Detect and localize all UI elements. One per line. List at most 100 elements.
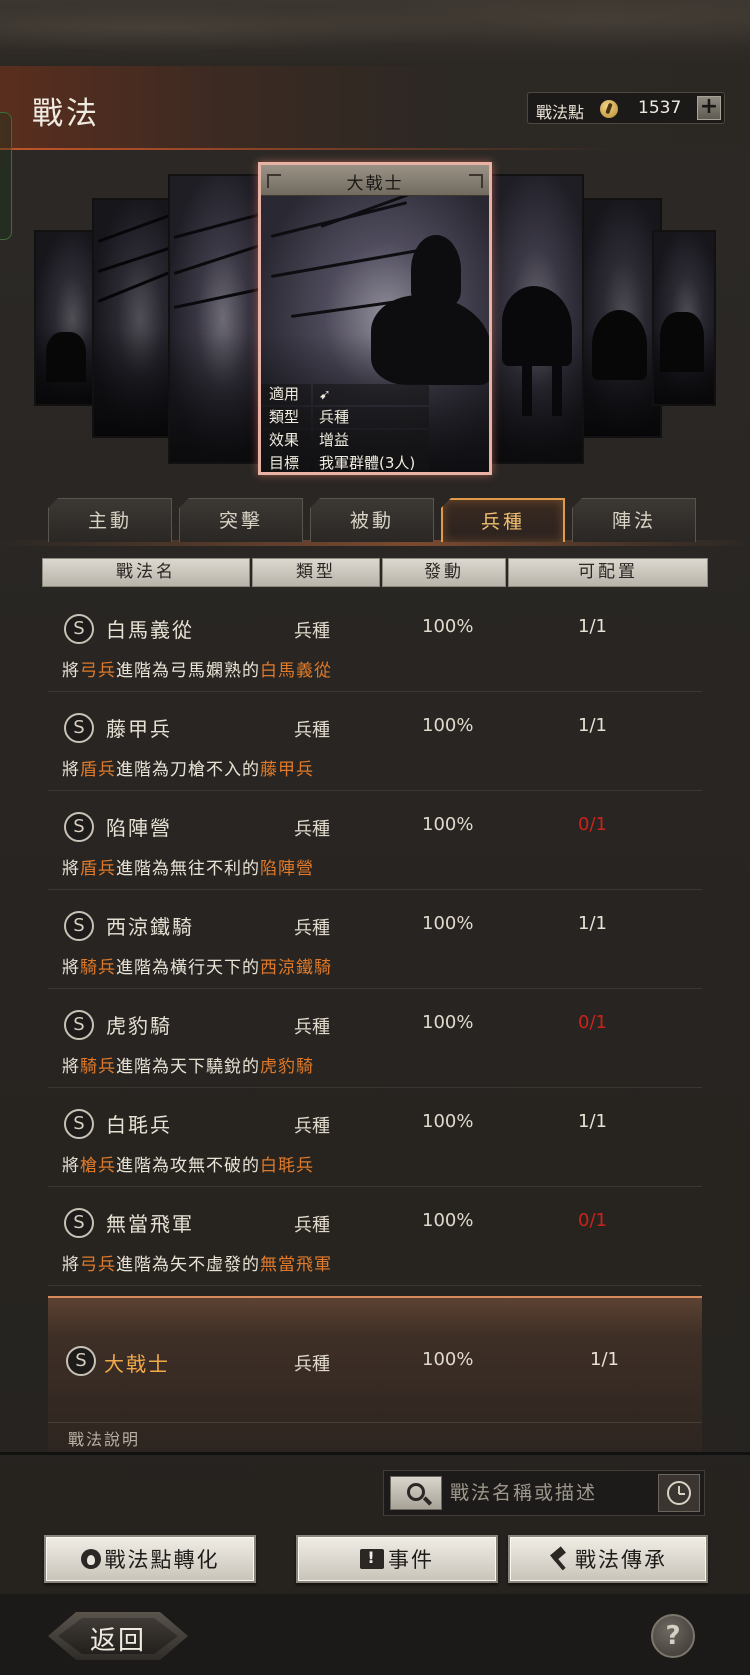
card-info-key: 類型 [261,407,311,428]
tactic-type: 兵種 [294,1017,330,1038]
points-coin-icon [600,100,618,118]
highlight-text: 弓兵 [80,661,116,681]
add-points-button[interactable]: + [697,96,721,120]
tactic-slot: 0/1 [578,1012,607,1033]
arrow-up-icon: ➹ [319,387,331,403]
card-info-value: ➹ [313,384,429,405]
grade-badge: S [66,1346,96,1376]
carousel-card[interactable] [578,198,662,438]
tactic-rate: 100% [422,913,474,934]
tab-formation[interactable]: 陣法 [572,498,696,542]
table-row[interactable]: S 白馬義從 兵種 100% 1/1 將弓兵進階為弓馬嫻熟的白馬義從 [48,596,702,692]
tab-active-skill[interactable]: 主動 [48,498,172,542]
help-button[interactable]: ? [651,1614,695,1658]
tactic-slot: 1/1 [578,1111,607,1132]
plain-text: 將 [62,1057,80,1077]
search-icon [407,1483,425,1501]
grade-badge: S [64,1010,94,1040]
events-button[interactable]: 事件 [296,1535,498,1583]
tactic-rate: 100% [422,1012,474,1033]
grade-badge: S [64,812,94,842]
grade-badge: S [64,1109,94,1139]
convert-points-label: 戰法點轉化 [104,1548,220,1572]
convert-points-button[interactable]: 戰法點轉化 [44,1535,256,1583]
featured-tactic-card[interactable]: 大戟士 適用 ➹ 類型 兵種 效果 增益 目標 我軍群體(3人) [258,162,492,475]
highlight-text: 弓兵 [80,1255,116,1275]
highlight-text: 藤甲兵 [260,760,314,780]
tab-assault[interactable]: 突擊 [179,498,303,542]
side-tab-handle[interactable] [0,112,12,240]
highlight-text: 白馬義從 [260,661,332,681]
carousel-card[interactable] [168,174,268,464]
tactic-rate: 100% [422,814,474,835]
table-row[interactable]: S 西涼鐵騎 兵種 100% 1/1 將騎兵進階為橫行天下的西涼鐵騎 [48,893,702,989]
tactic-slot: 1/1 [590,1349,619,1370]
plain-text: 進階為矢不虛發的 [116,1255,260,1275]
plain-text: 進階為弓馬嫻熟的 [116,661,260,681]
back-button[interactable]: 返回 [48,1612,188,1660]
selected-tactic-row[interactable]: S 大戟士 兵種 100% 1/1 戰法說明 [48,1296,702,1452]
card-info-value: 我軍群體(3人) [313,453,429,472]
grade-badge: S [64,614,94,644]
tab-troop-type[interactable]: 兵種 [441,498,565,542]
carousel-card[interactable] [652,230,716,406]
table-row[interactable]: S 陷陣營 兵種 100% 0/1 將盾兵進階為無往不利的陷陣營 [48,794,702,890]
points-value: 1537 [638,98,682,118]
plain-text: 進階為橫行天下的 [116,958,260,978]
search-button[interactable] [390,1476,442,1510]
column-header-available[interactable]: 可配置 [508,558,708,587]
table-row[interactable]: S 虎豹騎 兵種 100% 0/1 將騎兵進階為天下驍銳的虎豹騎 [48,992,702,1088]
carousel-card[interactable] [92,198,180,438]
header-accent-line [0,148,620,150]
highlight-text: 白毦兵 [260,1156,314,1176]
tactic-description: 將弓兵進階為弓馬嫻熟的白馬義從 [62,656,332,681]
card-title: 大戟士 [346,174,404,194]
carousel-card[interactable] [480,174,584,464]
clock-icon [667,1481,691,1505]
highlight-text: 陷陣營 [260,859,314,879]
column-header-type[interactable]: 類型 [252,558,380,587]
tactic-name: 藤甲兵 [106,717,172,741]
highlight-text: 盾兵 [80,760,116,780]
tactic-description: 將弓兵進階為矢不虛發的無當飛軍 [62,1250,332,1275]
tactic-description: 將騎兵進階為天下驍銳的虎豹騎 [62,1052,314,1077]
tab-passive[interactable]: 被動 [310,498,434,542]
plain-text: 將 [62,958,80,978]
history-button[interactable] [658,1474,700,1512]
tactic-slot: 1/1 [578,715,607,736]
events-label: 事件 [388,1548,434,1572]
plain-text: 進階為攻無不破的 [116,1156,260,1176]
hammer-icon [549,1548,571,1570]
points-label: 戰法點 [536,103,585,122]
back-label: 返回 [89,1626,146,1656]
plain-text: 進階為無往不利的 [116,859,260,879]
grade-badge: S [64,911,94,941]
column-header-name[interactable]: 戰法名 [42,558,250,587]
tactic-type: 兵種 [294,1215,330,1236]
table-row[interactable]: S 白毦兵 兵種 100% 1/1 將槍兵進階為攻無不破的白毦兵 [48,1091,702,1187]
page-title: 戰法 [32,96,100,132]
table-row[interactable]: S 藤甲兵 兵種 100% 1/1 將盾兵進階為刀槍不入的藤甲兵 [48,695,702,791]
tactic-slot: 0/1 [578,814,607,835]
plain-text: 將 [62,1255,80,1275]
alert-icon [360,1548,384,1569]
tactic-type: 兵種 [294,1354,330,1375]
tactic-name: 無當飛軍 [106,1212,194,1236]
highlight-text: 虎豹騎 [260,1057,314,1077]
tactic-type: 兵種 [294,720,330,741]
divider [48,1422,702,1423]
table-row[interactable]: S 無當飛軍 兵種 100% 0/1 將弓兵進階為矢不虛發的無當飛軍 [48,1190,702,1286]
card-title-bar: 大戟士 [261,165,489,196]
card-info-row: 目標 我軍群體(3人) [261,452,429,472]
column-header-trigger[interactable]: 發動 [382,558,506,587]
tactic-description: 將騎兵進階為橫行天下的西涼鐵騎 [62,953,332,978]
grade-badge: S [64,1208,94,1238]
card-info-row: 適用 ➹ [261,383,429,406]
highlight-text: 西涼鐵騎 [260,958,332,978]
plain-text: 將 [62,859,80,879]
inherit-tactic-button[interactable]: 戰法傳承 [508,1535,708,1583]
card-info-value: 兵種 [313,407,429,428]
tactic-slot: 1/1 [578,616,607,637]
search-input[interactable] [450,1479,650,1507]
tactic-description: 將盾兵進階為無往不利的陷陣營 [62,854,314,879]
